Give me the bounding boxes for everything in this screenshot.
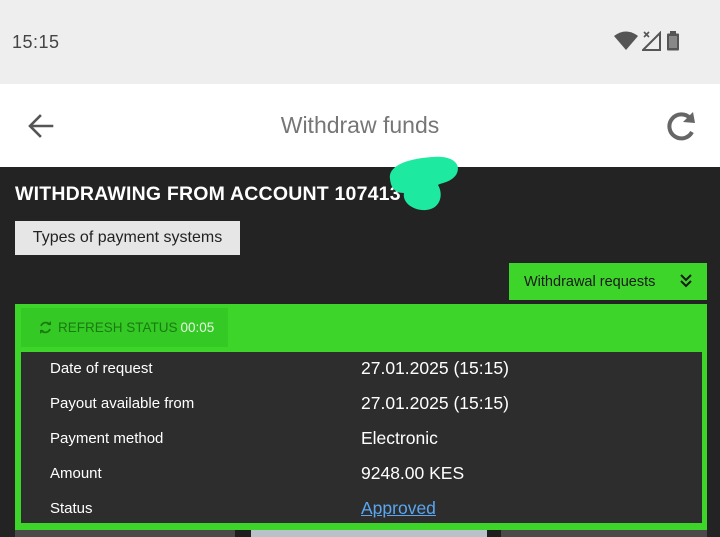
detail-label: Payment method: [50, 430, 164, 447]
double-chevron-down-icon: [679, 273, 693, 293]
detail-value: 27.01.2025 (15:15): [361, 358, 509, 378]
refresh-button[interactable]: [664, 110, 698, 142]
status-icons: [614, 30, 680, 56]
strip-divider: [487, 530, 501, 537]
status-link[interactable]: Approved: [361, 498, 436, 519]
detail-value: 27.01.2025 (15:15): [361, 393, 509, 413]
detail-label: Amount: [50, 465, 102, 482]
detail-row-amount: Amount 9248.00 KES: [21, 457, 702, 492]
status-time: 15:15: [12, 32, 60, 52]
withdrawal-request-card: REFRESH STATUS 00:05 Date of request 27.…: [15, 304, 707, 530]
app-bar: Withdraw funds: [0, 84, 720, 167]
sync-icon: [39, 321, 52, 334]
refresh-icon: [664, 112, 698, 146]
refresh-status-button[interactable]: REFRESH STATUS 00:05: [21, 308, 228, 347]
status-bar: 15:15: [0, 0, 720, 84]
detail-row-method: Payment method Electronic: [21, 422, 702, 457]
payment-systems-button[interactable]: Types of payment systems: [15, 221, 240, 255]
refresh-timer: 00:05: [180, 320, 215, 335]
signal-icon: [640, 30, 662, 56]
detail-row-payout: Payout available from 27.01.2025 (15:15): [21, 387, 702, 422]
request-details: Date of request 27.01.2025 (15:15) Payou…: [21, 352, 702, 523]
detail-label: Status: [50, 500, 93, 517]
content-area: WITHDRAWING FROM ACCOUNT 107413 Types of…: [0, 156, 720, 537]
detail-row-date: Date of request 27.01.2025 (15:15): [21, 352, 702, 387]
refresh-status-label: REFRESH STATUS: [58, 320, 178, 335]
detail-value: Electronic: [361, 428, 438, 448]
withdrawal-requests-button[interactable]: Withdrawal requests: [509, 263, 707, 300]
detail-label: Payout available from: [50, 395, 195, 412]
bottom-strip: [15, 530, 707, 537]
detail-label: Date of request: [50, 360, 153, 377]
detail-row-status: Status Approved: [21, 492, 702, 527]
account-heading: WITHDRAWING FROM ACCOUNT 107413: [15, 183, 401, 205]
redaction-mark: [384, 155, 464, 224]
battery-icon: [666, 31, 680, 56]
strip-segment: [251, 530, 487, 537]
withdrawal-requests-label: Withdrawal requests: [524, 273, 656, 290]
strip-divider: [235, 530, 251, 537]
wifi-icon: [614, 31, 638, 56]
detail-value: 9248.00 KES: [361, 463, 465, 483]
page-title: Withdraw funds: [280, 112, 440, 138]
